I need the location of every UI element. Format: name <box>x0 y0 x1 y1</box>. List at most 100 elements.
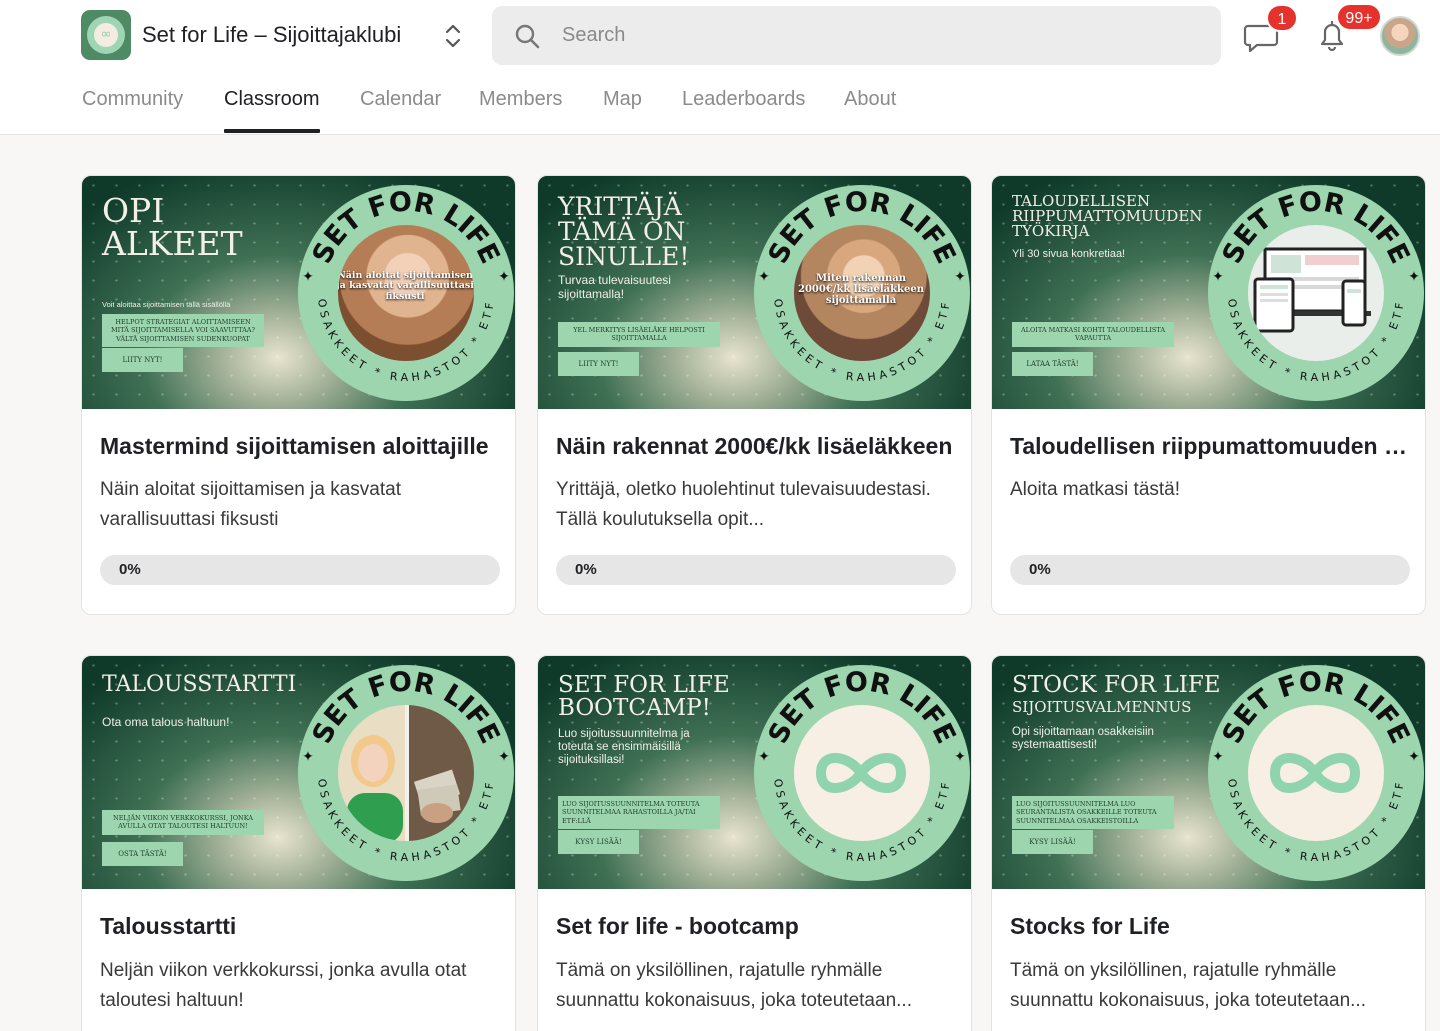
progress-label: 0% <box>1029 561 1051 578</box>
progress-label: 0% <box>119 561 141 578</box>
course-cover: YRITTÄJÄ TÄMÄ ON SINULLE! Turvaa tulevai… <box>538 176 971 409</box>
badge-top-text: SET FOR LIFE <box>1217 666 1416 748</box>
course-cover: TALOUDELLISEN RIIPPUMATTOMUUDEN TYÖKIRJA… <box>992 176 1425 409</box>
course-card[interactable]: TALOUSSTARTTI Ota oma talous haltuun! NE… <box>81 655 516 1031</box>
course-card[interactable]: YRITTÄJÄ TÄMÄ ON SINULLE! Turvaa tulevai… <box>537 175 972 615</box>
cover-subtitle: Opi sijoittamaan osakkeisiin systemaatti… <box>1012 726 1154 752</box>
course-description: Neljän viikon verkkokurssi, jonka avulla… <box>100 960 467 1011</box>
star-icon: ✦ <box>758 749 770 765</box>
cover-button: LATAA TÄSTÄ! <box>1012 352 1093 376</box>
cover-pill: NELJÄN VIIKON VERKKOKURSSI, JONKA AVULLA… <box>102 810 264 835</box>
cover-subtitle: Turvaa tulevaisuutesi sijoittamalla! <box>558 273 671 301</box>
course-card[interactable]: SET FOR LIFE BOOTCAMP! Luo sijoitussuunn… <box>537 655 972 1031</box>
course-cover: SET FOR LIFE BOOTCAMP! Luo sijoitussuunn… <box>538 656 971 889</box>
course-title: Set for life - bootcamp <box>556 913 799 939</box>
cover-title: OPI ALKEET <box>102 191 243 263</box>
star-icon: ✦ <box>1212 749 1224 765</box>
top-header: ∞ Set for Life – Sijoittajaklubi 1 99+ C… <box>0 0 1440 135</box>
set-for-life-badge: SET FOR LIFEOSAKKEET * RAHASTOT * ETF✦ ✦ <box>754 185 970 401</box>
group-logo[interactable]: ∞ <box>81 10 131 60</box>
course-description: Aloita matkasi tästä! <box>1010 479 1181 500</box>
star-icon: ✦ <box>1408 749 1420 765</box>
cover-subtitle: Ota oma talous haltuun! <box>102 715 230 729</box>
cover-subtitle: Luo sijoitussuunnitelma ja toteuta se en… <box>558 728 690 767</box>
cover-pill: HELPOT STRATEGIAT ALOITTAMISEEN MITÄ SIJ… <box>102 314 264 348</box>
cover-subtitle: Yli 30 sivua konkretiaa! <box>1012 248 1126 260</box>
star-icon: ✦ <box>954 269 966 285</box>
star-icon: ✦ <box>498 269 510 285</box>
course-card[interactable]: TALOUDELLISEN RIIPPUMATTOMUUDEN TYÖKIRJA… <box>991 175 1426 615</box>
cover-button: OSTA TÄSTÄ! <box>102 842 183 866</box>
tab-members[interactable]: Members <box>479 88 562 111</box>
course-title: Näin rakennat 2000€/kk lisäeläkkeen <box>556 433 953 459</box>
cover-pill: LUO SIJOITUSSUUNNITELMA LUO SEURANTALIST… <box>1012 796 1174 830</box>
tab-calendar[interactable]: Calendar <box>360 88 441 111</box>
course-description: Tämä on yksilöllinen, rajatulle ryhmälle… <box>556 960 912 1011</box>
cover-title: TALOUSSTARTTI <box>102 672 297 697</box>
cover-button: KYSY LISÄÄ! <box>558 830 639 854</box>
star-icon: ✦ <box>1212 269 1224 285</box>
course-description: Tämä on yksilöllinen, rajatulle ryhmälle… <box>1010 960 1366 1011</box>
set-for-life-badge: SET FOR LIFEOSAKKEET * RAHASTOT * ETF✦ ✦ <box>754 665 970 881</box>
star-icon: ✦ <box>302 269 314 285</box>
cover-button: KYSY LISÄÄ! <box>1012 830 1093 854</box>
course-cover: TALOUSSTARTTI Ota oma talous haltuun! NE… <box>82 656 515 889</box>
search-icon <box>515 24 540 49</box>
set-for-life-badge: SET FOR LIFEOSAKKEET * RAHASTOT * ETF✦ ✦ <box>1208 665 1424 881</box>
star-icon: ✦ <box>758 269 770 285</box>
course-cover: STOCK FOR LIFE SIJOITUSVALMENNUS Opi sij… <box>992 656 1425 889</box>
logo-inner: ∞ <box>94 23 118 47</box>
set-for-life-badge: SET FOR LIFEOSAKKEET * RAHASTOT * ETF✦ ✦ <box>1208 185 1424 401</box>
progress-bar: 0% <box>1010 555 1410 585</box>
search-bar[interactable] <box>492 6 1221 65</box>
badge-top-text: SET FOR LIFE <box>307 666 506 748</box>
cover-button: LIITY NYT! <box>102 348 183 372</box>
cover-title: TALOUDELLISEN RIIPPUMATTOMUUDEN TYÖKIRJA <box>1012 192 1203 240</box>
cover-pill: ALOITA MATKASI KOHTI TALOUDELLISTA VAPAU… <box>1012 322 1174 347</box>
course-title: Talousstartti <box>100 913 237 939</box>
set-for-life-badge: SET FOR LIFEOSAKKEET * RAHASTOT * ETF✦ ✦ <box>298 665 514 881</box>
tab-classroom[interactable]: Classroom <box>224 88 320 111</box>
tab-map[interactable]: Map <box>603 88 642 111</box>
progress-bar: 0% <box>100 555 500 585</box>
group-name[interactable]: Set for Life – Sijoittajaklubi <box>142 22 401 48</box>
course-card[interactable]: OPI ALKEET Voit aloittaa sijoittamisen t… <box>81 175 516 615</box>
star-icon: ✦ <box>954 749 966 765</box>
star-icon: ✦ <box>302 749 314 765</box>
tab-community[interactable]: Community <box>82 88 183 111</box>
star-icon: ✦ <box>498 749 510 765</box>
infinity-icon: ∞ <box>100 27 112 42</box>
badge-top-text: SET FOR LIFE <box>1217 186 1416 268</box>
star-icon: ✦ <box>1408 269 1420 285</box>
notification-count-badge: 99+ <box>1336 3 1382 31</box>
cover-pill: LUO SIJOITUSSUUNNITELMA TOTEUTA SUUNNITE… <box>558 796 720 830</box>
user-avatar[interactable] <box>1380 16 1420 56</box>
active-tab-indicator <box>224 129 320 133</box>
tab-about[interactable]: About <box>844 88 896 111</box>
cover-title: SET FOR LIFE BOOTCAMP! <box>558 672 730 721</box>
badge-top-text: SET FOR LIFE <box>307 186 506 268</box>
course-description: Näin aloitat sijoittamisen ja kasvatat v… <box>100 479 401 530</box>
set-for-life-badge: SET FOR LIFEOSAKKEET * RAHASTOT * ETF✦ ✦ <box>298 185 514 401</box>
course-title: Stocks for Life <box>1010 913 1170 939</box>
logo-ring: ∞ <box>87 16 125 54</box>
course-description: Yrittäjä, oletko huolehtinut tulevaisuud… <box>556 479 931 530</box>
course-cover: OPI ALKEET Voit aloittaa sijoittamisen t… <box>82 176 515 409</box>
cover-title: YRITTÄJÄ TÄMÄ ON SINULLE! <box>558 192 690 271</box>
group-switcher-icon[interactable] <box>441 22 465 50</box>
course-title: Taloudellisen riippumattomuuden työkirja <box>1010 433 1410 459</box>
cover-title-line2: SIJOITUSVALMENNUS <box>1012 698 1192 716</box>
course-card[interactable]: STOCK FOR LIFE SIJOITUSVALMENNUS Opi sij… <box>991 655 1426 1031</box>
course-title: Mastermind sijoittamisen aloittajille <box>100 433 489 459</box>
cover-pill: YEL MERKITYS LISÄELÄKE HELPOSTI SIJOITTA… <box>558 322 720 347</box>
cover-subtitle: Voit aloittaa sijoittamisen tällä sisäll… <box>102 300 231 309</box>
chat-count-badge: 1 <box>1266 4 1298 32</box>
search-input[interactable] <box>562 6 1202 65</box>
tab-leaderboards[interactable]: Leaderboards <box>682 88 805 111</box>
badge-top-text: SET FOR LIFE <box>763 666 962 748</box>
progress-label: 0% <box>575 561 597 578</box>
cover-button: LIITY NYT! <box>558 352 639 376</box>
cover-title: STOCK FOR LIFE <box>1012 672 1221 698</box>
badge-top-text: SET FOR LIFE <box>763 186 962 268</box>
progress-bar: 0% <box>556 555 956 585</box>
